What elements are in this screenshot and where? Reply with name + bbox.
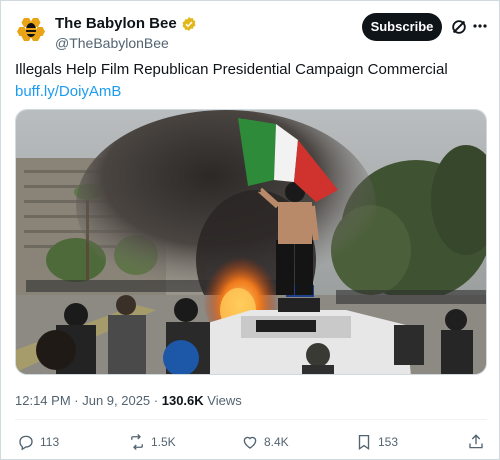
account-names: The Babylon Bee @TheBabylonBee bbox=[55, 15, 197, 52]
reply-icon bbox=[19, 435, 33, 451]
tweet-link[interactable]: buff.ly/DoiyAmB bbox=[15, 83, 121, 100]
verified-badge-icon bbox=[182, 17, 196, 31]
repost-count: 1.5K bbox=[151, 435, 176, 449]
divider bbox=[15, 419, 487, 420]
meta-separator-2: · bbox=[150, 393, 162, 408]
heart-icon bbox=[243, 436, 257, 449]
display-name[interactable]: The Babylon Bee bbox=[55, 15, 197, 33]
tweet-date[interactable]: Jun 9, 2025 bbox=[82, 393, 150, 408]
share-button[interactable] bbox=[467, 431, 490, 453]
reply-button[interactable]: 113 bbox=[17, 431, 59, 453]
views-label: Views bbox=[203, 393, 242, 408]
like-button[interactable]: 8.4K bbox=[241, 431, 289, 453]
repost-icon bbox=[131, 434, 143, 450]
meta-separator: · bbox=[70, 393, 83, 408]
handle[interactable]: @TheBabylonBee bbox=[55, 34, 197, 52]
bookmark-count: 153 bbox=[378, 435, 399, 449]
tweet-body: Illegals Help Film Republican Presidenti… bbox=[15, 61, 448, 78]
display-name-text[interactable]: The Babylon Bee bbox=[55, 15, 177, 33]
tweet-meta: 12:14 PM · Jun 9, 2025 · 130.6K Views bbox=[15, 393, 242, 408]
subscribe-button[interactable]: Subscribe bbox=[362, 13, 442, 41]
like-count: 8.4K bbox=[264, 435, 289, 449]
bookmark-button[interactable]: 153 bbox=[355, 431, 398, 453]
reply-count: 113 bbox=[40, 435, 60, 449]
tweet-time[interactable]: 12:14 PM bbox=[15, 393, 71, 408]
action-bar: 113 1.5K 8.4K 153 bbox=[15, 431, 487, 455]
bee-logo-icon[interactable] bbox=[15, 13, 47, 45]
tweet-header: The Babylon Bee @TheBabylonBee Subscribe bbox=[15, 13, 487, 53]
tweet-text: Illegals Help Film Republican Presidenti… bbox=[15, 59, 487, 103]
tweet-card: The Babylon Bee @TheBabylonBee Subscribe… bbox=[0, 0, 500, 460]
tweet-photo[interactable] bbox=[15, 109, 487, 375]
photo-riot-scene bbox=[16, 110, 486, 374]
grok-icon[interactable] bbox=[450, 18, 468, 36]
more-icon[interactable] bbox=[473, 24, 487, 28]
bookmark-icon bbox=[358, 434, 370, 451]
share-icon bbox=[469, 434, 483, 449]
views-count: 130.6K bbox=[161, 393, 204, 408]
repost-button[interactable]: 1.5K bbox=[128, 431, 176, 453]
